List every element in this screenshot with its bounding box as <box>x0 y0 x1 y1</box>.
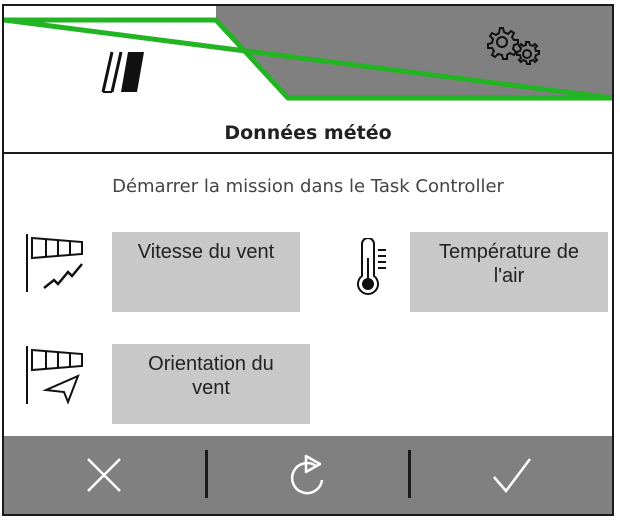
refresh-icon <box>290 454 324 495</box>
page-title: Données météo <box>224 122 392 144</box>
close-icon <box>87 458 122 492</box>
wind-direction-button[interactable]: Orientation du vent <box>112 344 310 424</box>
screen-frame: Données météo Démarrer la mission dans l… <box>2 4 614 516</box>
gears-icon <box>487 27 540 65</box>
tab-settings[interactable] <box>264 6 612 114</box>
wind-direction-label-line2: vent <box>192 377 230 399</box>
tab-bar <box>4 6 612 114</box>
wind-speed-button[interactable]: Vitesse du vent <box>112 232 300 312</box>
tab-work[interactable] <box>4 6 264 114</box>
refresh-button[interactable] <box>208 436 409 514</box>
air-temperature-label-line2: l'air <box>493 265 525 287</box>
check-icon <box>492 458 531 493</box>
confirm-button[interactable] <box>411 436 612 514</box>
wind-speed-label: Vitesse du vent <box>137 241 275 263</box>
air-temperature-button[interactable]: Température de l'air <box>410 232 608 312</box>
weather-content: Démarrer la mission dans le Task Control… <box>4 154 612 436</box>
title-bar: Données météo <box>4 114 612 154</box>
bottom-action-bar <box>4 436 612 514</box>
cancel-button[interactable] <box>4 436 205 514</box>
mission-hint: Démarrer la mission dans le Task Control… <box>112 176 504 197</box>
thermometer-icon <box>357 238 386 295</box>
wind-direction-label-line1: Orientation du <box>148 353 274 375</box>
wind-direction-icon <box>26 346 83 405</box>
tramline-icon <box>101 51 144 93</box>
wind-speed-icon <box>26 234 83 292</box>
air-temperature-label-line1: Température de <box>438 241 580 263</box>
